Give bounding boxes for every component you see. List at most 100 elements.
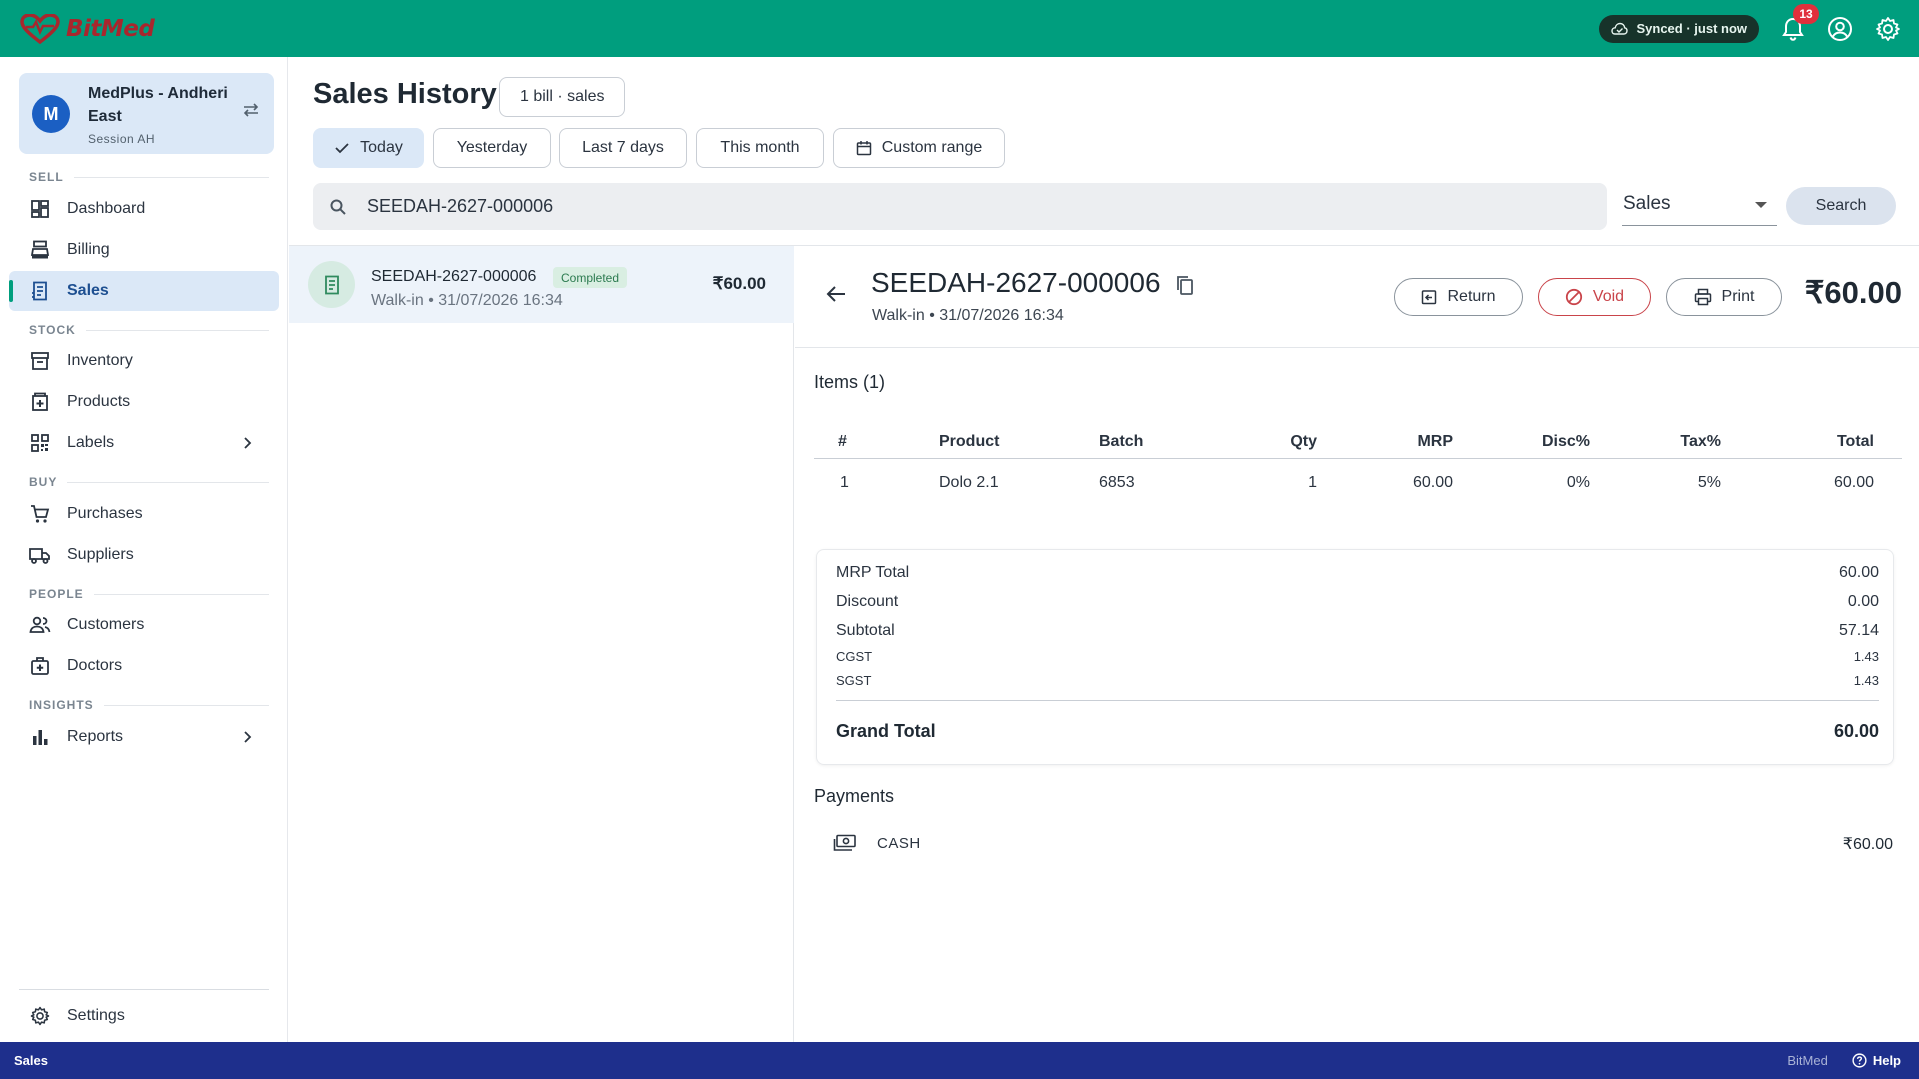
column-header-tax: Tax% <box>1680 433 1721 450</box>
search-input[interactable] <box>367 196 1567 217</box>
brand-logo[interactable]: BitMed <box>20 13 155 44</box>
filter-custom-range-chip[interactable]: Custom range <box>833 128 1005 168</box>
store-switcher[interactable]: M MedPlus - Andheri East Session AH <box>19 73 274 154</box>
gear-icon[interactable] <box>1875 16 1901 42</box>
items-table-header: # Product Batch Qty MRP Disc% Tax% Total <box>814 421 1902 459</box>
qr-code-icon <box>31 434 49 452</box>
sidebar-item-label: Inventory <box>67 352 133 369</box>
summary-subtotal: Subtotal 57.14 <box>836 622 1879 639</box>
column-header-disc: Disc% <box>1541 433 1590 450</box>
sidebar-item-label: Settings <box>67 1007 125 1024</box>
sidebar-item-label: Doctors <box>67 657 123 674</box>
sidebar-item-customers[interactable]: Customers <box>9 605 279 645</box>
void-button[interactable]: Void <box>1538 278 1651 316</box>
sidebar-item-label: Customers <box>67 616 145 633</box>
sidebar-item-billing[interactable]: Billing <box>9 230 279 270</box>
sidebar-item-products[interactable]: Products <box>9 382 279 422</box>
calendar-icon <box>856 141 871 156</box>
filter-this-month-chip[interactable]: This month <box>696 128 824 168</box>
bill-amount: ₹60.00 <box>712 274 766 293</box>
column-header-total: Total <box>1836 433 1874 450</box>
chevron-right-icon <box>244 731 252 743</box>
cell-qty: 1 <box>1308 474 1317 491</box>
sidebar-item-purchases[interactable]: Purchases <box>9 494 279 534</box>
printer-icon <box>1694 288 1711 306</box>
search-icon <box>330 199 346 215</box>
sidebar-item-sales[interactable]: Sales <box>9 271 279 311</box>
arrow-back-icon[interactable] <box>825 284 847 304</box>
sidebar-item-doctors[interactable]: Doctors <box>9 646 279 686</box>
cash-icon <box>833 834 856 851</box>
bill-detail-number: SEEDAH-2627-000006 <box>871 267 1161 298</box>
sidebar-item-label: Purchases <box>67 505 143 522</box>
table-row: 1 Dolo 2.1 6853 1 60.00 0% 5% 60.00 <box>814 474 1902 504</box>
search-box[interactable] <box>313 183 1607 230</box>
help-circle-icon <box>1852 1053 1867 1068</box>
search-button[interactable]: Search <box>1786 187 1896 225</box>
sidebar-item-label: Reports <box>67 728 124 745</box>
detail-divider <box>795 347 1919 348</box>
return-box-icon <box>1422 290 1437 305</box>
nav-section-insights: INSIGHTS <box>29 698 269 712</box>
cell-product: Dolo 2.1 <box>939 474 999 491</box>
column-header-index: # <box>838 433 847 450</box>
bill-detail: SEEDAH-2627-000006 Walk-in • 31/07/2026 … <box>795 246 1919 1042</box>
sidebar-divider <box>19 989 269 990</box>
bill-list-item[interactable]: SEEDAH-2627-000006 Completed Walk-in • 3… <box>289 246 794 323</box>
bill-count-pill: 1 bill · sales <box>499 77 626 117</box>
bill-detail-meta: Walk-in • 31/07/2026 16:34 <box>872 307 1064 324</box>
bill-detail-total: ₹60.00 <box>1804 275 1902 310</box>
check-icon <box>335 143 349 154</box>
swap-icon[interactable] <box>242 103 260 117</box>
payment-row: CASH ₹60.00 <box>833 828 1893 858</box>
sidebar-item-inventory[interactable]: Inventory <box>9 341 279 381</box>
cart-icon <box>31 505 50 523</box>
bill-meta: Walk-in • 31/07/2026 16:34 <box>371 292 563 309</box>
help-button[interactable]: Help <box>1852 1053 1901 1068</box>
sidebar-item-label: Billing <box>67 241 110 258</box>
summary-mrp-total: MRP Total 60.00 <box>836 564 1879 581</box>
block-icon <box>1565 288 1583 306</box>
payment-amount: ₹60.00 <box>1842 836 1893 853</box>
heart-pulse-icon <box>20 13 60 44</box>
truck-icon <box>29 548 50 564</box>
cash-register-icon <box>30 240 50 259</box>
sidebar-item-settings[interactable]: Settings <box>9 996 279 1036</box>
summary-cgst: CGST 1.43 <box>836 649 1879 664</box>
top-bar: BitMed Synced · just now 13 <box>0 0 1919 57</box>
sync-status-pill[interactable]: Synced · just now <box>1599 14 1759 43</box>
filter-yesterday-chip[interactable]: Yesterday <box>433 128 551 168</box>
copy-icon[interactable] <box>1175 274 1195 296</box>
summary-divider <box>836 700 1879 701</box>
notifications-button[interactable]: 13 <box>1781 3 1819 42</box>
column-header-qty: Qty <box>1290 433 1317 450</box>
archive-box-icon <box>31 352 49 370</box>
sidebar-item-labels[interactable]: Labels <box>9 423 279 463</box>
store-session: Session AH <box>88 132 156 146</box>
column-header-product: Product <box>939 433 1000 450</box>
cell-batch: 6853 <box>1099 474 1135 491</box>
filter-today-chip[interactable]: Today <box>313 128 424 168</box>
summary-grand-total: Grand Total 60.00 <box>836 721 1879 741</box>
sidebar-item-suppliers[interactable]: Suppliers <box>9 535 279 575</box>
gear-icon <box>30 1006 50 1026</box>
search-type-select[interactable]: Sales <box>1622 183 1777 226</box>
print-button[interactable]: Print <box>1666 278 1782 316</box>
summary-sgst: SGST 1.43 <box>836 673 1879 688</box>
account-circle-icon[interactable] <box>1827 16 1853 42</box>
sidebar-item-reports[interactable]: Reports <box>9 717 279 757</box>
medical-bag-icon <box>31 657 49 675</box>
cell-index: 1 <box>840 474 849 491</box>
items-title: Items (1) <box>814 372 886 392</box>
filter-last7days-chip[interactable]: Last 7 days <box>559 128 687 168</box>
cell-tax: 5% <box>1697 474 1721 491</box>
nav-section-sell: SELL <box>29 170 269 184</box>
chevron-right-icon <box>244 437 252 449</box>
return-button[interactable]: Return <box>1394 278 1523 316</box>
sidebar: M MedPlus - Andheri East Session AH SELL… <box>0 57 288 1042</box>
payments-title: Payments <box>814 786 895 806</box>
dropdown-caret-icon <box>1755 202 1767 208</box>
status-bar-section: Sales <box>14 1053 48 1068</box>
sidebar-item-dashboard[interactable]: Dashboard <box>9 189 279 229</box>
medicine-box-icon <box>32 392 48 411</box>
